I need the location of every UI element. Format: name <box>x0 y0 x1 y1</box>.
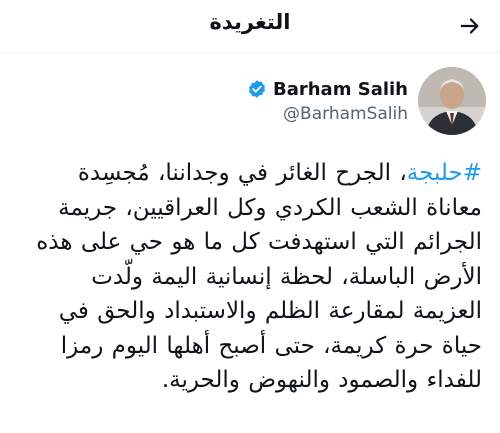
name-row: Barham Salih <box>247 79 408 100</box>
author-handle[interactable]: @BarhamSalih <box>283 104 408 124</box>
author-display-name[interactable]: Barham Salih <box>273 79 408 100</box>
author-names: Barham Salih @BarhamSalih <box>247 79 408 124</box>
page-title: التغريدة <box>209 10 291 34</box>
tweet-body: ، الجرح الغائر في وجداننا، مُجسِدة معانا… <box>36 160 482 393</box>
avatar-image <box>418 67 486 135</box>
verified-badge-icon <box>248 80 266 98</box>
top-bar: التغريدة <box>0 0 500 52</box>
header-divider <box>0 52 500 53</box>
hashtag-link[interactable]: #حلبجة <box>407 160 482 186</box>
avatar[interactable] <box>418 67 486 135</box>
tweet-text: #حلبجة، الجرح الغائر في وجداننا، مُجسِدة… <box>14 156 482 398</box>
author-block[interactable]: Barham Salih @BarhamSalih <box>247 66 486 136</box>
tweet-page: التغريدة Barham Salih @BarhamSalih #حلبج… <box>0 0 500 433</box>
